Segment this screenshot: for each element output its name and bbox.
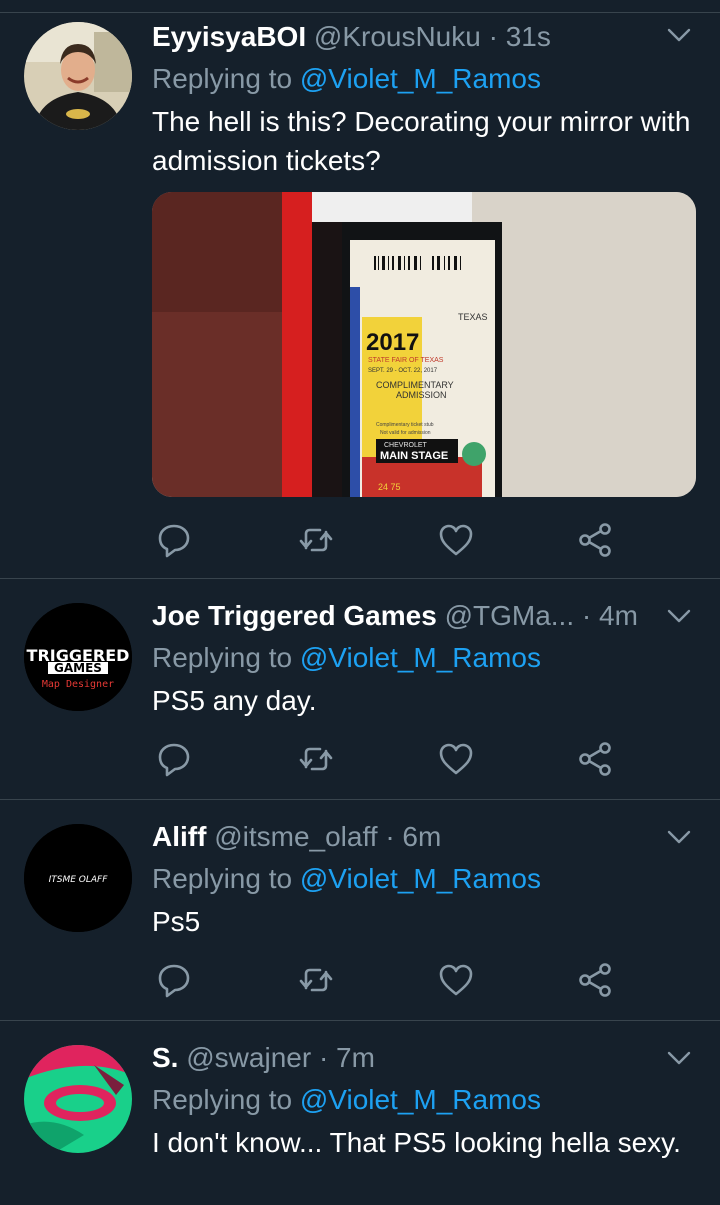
tweet-header: S. @swajner · 7m [152, 1041, 700, 1075]
ticket-event-text: STATE FAIR OF TEXAS [368, 357, 444, 364]
avatar[interactable] [24, 1045, 132, 1153]
timestamp[interactable]: 6m [402, 821, 441, 852]
ticket-sponsor-text: CHEVROLET [384, 442, 428, 449]
ticket-state-text: TEXAS [458, 312, 488, 322]
reply-icon[interactable] [154, 960, 194, 1000]
mention-link[interactable]: @Violet_M_Ramos [300, 63, 541, 94]
share-icon[interactable] [576, 739, 616, 779]
chevron-down-icon[interactable] [666, 22, 692, 48]
avatar-brand-text-2: GAMES [54, 661, 102, 675]
user-handle[interactable]: @KrousNuku [314, 21, 481, 52]
separator-dot: · [488, 21, 498, 52]
user-handle[interactable]: @TGMa... [445, 600, 575, 631]
avatar-text: ITSME OLAFF [49, 875, 109, 885]
tweet-text: The hell is this? Decorating your mirror… [152, 106, 691, 176]
display-name[interactable]: S. [152, 1042, 178, 1073]
timestamp[interactable]: 7m [336, 1042, 375, 1073]
ticket-dates-text: SEPT. 29 - OCT. 22, 2017 [368, 368, 438, 374]
tweet-actions [152, 739, 632, 779]
replying-prefix: Replying to [152, 1084, 293, 1115]
separator-dot: · [385, 821, 395, 852]
avatar-subtitle-text: Map Designer [42, 679, 114, 690]
display-name[interactable]: Joe Triggered Games [152, 600, 437, 631]
user-handle[interactable]: @swajner [186, 1042, 311, 1073]
ticket-note-text: Complimentary ticket stub [376, 422, 434, 428]
share-icon[interactable] [576, 520, 616, 560]
retweet-icon[interactable] [296, 520, 336, 560]
chevron-down-icon[interactable] [666, 1045, 692, 1071]
chevron-down-icon[interactable] [666, 603, 692, 629]
tweet-text: Ps5 [152, 906, 201, 937]
tweet[interactable]: ITSME OLAFF Aliff @itsme_olaff · 6m Repl… [0, 800, 720, 1020]
replying-prefix: Replying to [152, 863, 293, 894]
ticket-note2-text: Not valid for admission [380, 430, 431, 436]
replying-to: Replying to @Violet_M_Ramos [152, 1083, 700, 1117]
reply-icon[interactable] [154, 739, 194, 779]
tweet-text: I don't know... That PS5 looking hella s… [152, 1127, 681, 1158]
ticket-year-text: 2017 [366, 329, 419, 356]
timestamp[interactable]: 4m [599, 600, 638, 631]
avatar[interactable]: TRIGGERED GAMES Map Designer [24, 603, 132, 711]
user-handle[interactable]: @itsme_olaff [214, 821, 377, 852]
chevron-down-icon[interactable] [666, 824, 692, 850]
avatar[interactable]: ITSME OLAFF [24, 824, 132, 932]
ticket-complimentary-text: COMPLIMENTARY [376, 380, 454, 390]
replying-to: Replying to @Violet_M_Ramos [152, 862, 700, 896]
mention-link[interactable]: @Violet_M_Ramos [300, 1084, 541, 1115]
avatar[interactable] [24, 22, 132, 130]
retweet-icon[interactable] [296, 739, 336, 779]
replying-to: Replying to @Violet_M_Ramos [152, 62, 700, 96]
tweet[interactable]: S. @swajner · 7m Replying to @Violet_M_R… [0, 1021, 720, 1205]
reply-icon[interactable] [154, 520, 194, 560]
mention-link[interactable]: @Violet_M_Ramos [300, 863, 541, 894]
display-name[interactable]: EyyisyaBOI [152, 21, 306, 52]
like-icon[interactable] [436, 739, 476, 779]
like-icon[interactable] [436, 960, 476, 1000]
tweet-actions [152, 960, 632, 1000]
tweet[interactable]: TRIGGERED GAMES Map Designer Joe Trigger… [0, 579, 720, 799]
tweet-header: Joe Triggered Games @TGMa... · 4m [152, 599, 700, 633]
retweet-icon[interactable] [296, 960, 336, 1000]
timestamp[interactable]: 31s [506, 21, 551, 52]
ticket-number-text: 24 75 [378, 482, 401, 492]
like-icon[interactable] [436, 520, 476, 560]
mention-link[interactable]: @Violet_M_Ramos [300, 642, 541, 673]
tweet-text: PS5 any day. [152, 685, 317, 716]
tweet-media-image[interactable]: TEXAS 2017 STATE FAIR OF TEXAS SEPT. 29 … [152, 192, 696, 497]
tweet[interactable]: EyyisyaBOI @KrousNuku · 31s Replying to … [0, 0, 720, 578]
ticket-stage-text: MAIN STAGE [380, 450, 448, 462]
separator-dot: · [318, 1042, 329, 1073]
tweet-actions [152, 520, 632, 560]
replying-prefix: Replying to [152, 63, 293, 94]
ticket-admission-text: ADMISSION [396, 390, 447, 400]
replying-prefix: Replying to [152, 642, 293, 673]
replying-to: Replying to @Violet_M_Ramos [152, 641, 700, 675]
separator-dot: · [581, 600, 592, 631]
display-name[interactable]: Aliff [152, 821, 206, 852]
tweet-header: EyyisyaBOI @KrousNuku · 31s [152, 20, 700, 54]
tweet-header: Aliff @itsme_olaff · 6m [152, 820, 700, 854]
share-icon[interactable] [576, 960, 616, 1000]
